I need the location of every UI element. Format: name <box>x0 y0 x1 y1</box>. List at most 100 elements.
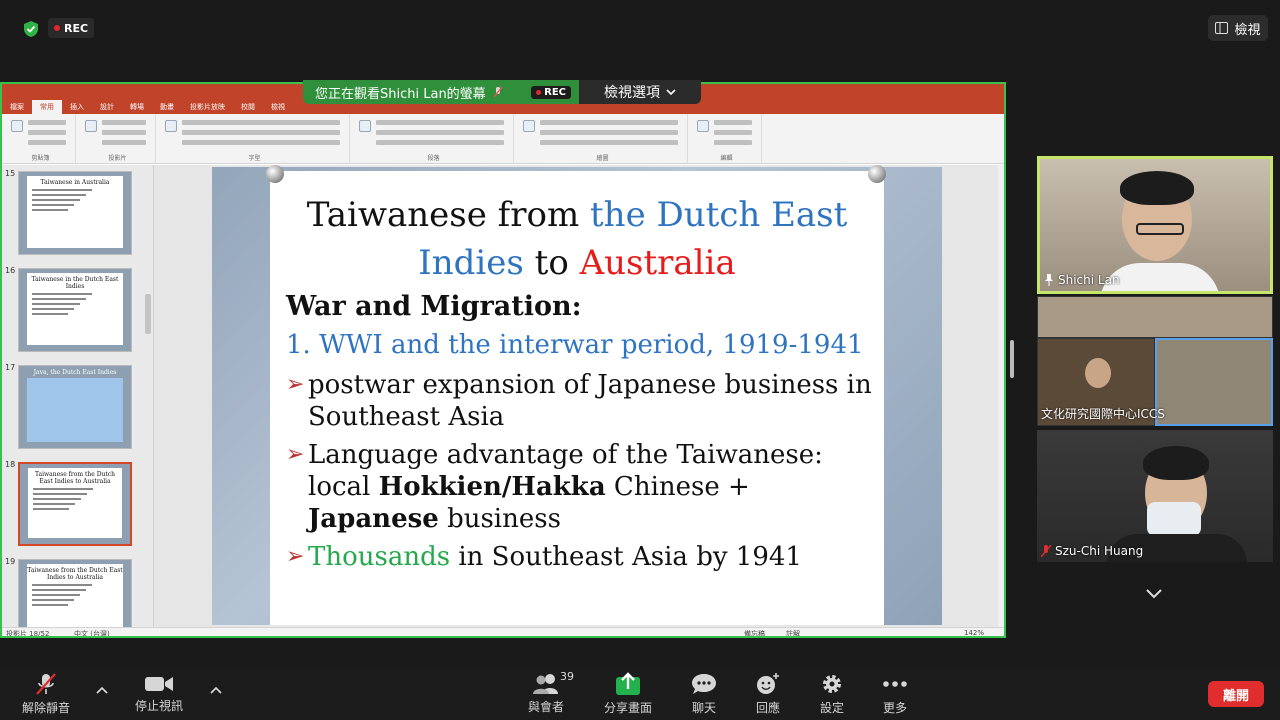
slide-numbered-item: 1. WWI and the interwar period, 1919-194… <box>286 330 864 360</box>
chevron-up-icon[interactable] <box>210 686 222 694</box>
video-tile-szu-chi-huang[interactable]: Szu-Chi Huang <box>1037 430 1273 562</box>
ribbon-control <box>714 140 752 145</box>
muted-mic-icon <box>493 86 503 98</box>
participants-count: 39 <box>560 670 574 683</box>
shared-screen: 檔案 常用 插入 設計 轉場 動畫 投影片放映 校閱 檢視 剪貼簿 投影片 字型 段落 繪圖 編輯 15 T… <box>0 82 1006 638</box>
ppt-tab: 設計 <box>100 103 114 111</box>
view-button-label: 檢視 <box>1234 22 1261 38</box>
ribbon-control <box>182 120 340 125</box>
ribbon-control <box>102 140 146 145</box>
thumbnail-text-line <box>33 508 69 510</box>
reactions-button[interactable]: 回應 <box>748 668 788 720</box>
more-button[interactable]: 更多 <box>874 668 916 720</box>
ribbon-control <box>28 140 66 145</box>
thumbnail-scrollbar <box>145 294 151 334</box>
chevron-down-icon[interactable] <box>1145 586 1163 600</box>
pin-icon <box>1045 274 1053 286</box>
recording-label: REC <box>63 21 89 35</box>
title-text-4: to <box>523 243 580 283</box>
video-tile-shichi-lan[interactable]: Shichi Lan <box>1037 156 1273 294</box>
view-options-button[interactable]: 檢視選項 <box>579 80 701 104</box>
ppt-tab: 轉場 <box>130 103 144 111</box>
participant-name-tag: Szu-Chi Huang <box>1041 544 1143 558</box>
title-text-3: Indies <box>418 243 524 283</box>
classroom-view <box>1155 338 1273 426</box>
slide-thumbnails-pane: 15 Taiwanese in Australia 16 Taiwanese in t… <box>2 165 154 627</box>
ribbon-group: 繪圖 <box>518 114 688 164</box>
slide-thumbnail: Taiwanese from the Dutch East Indies to … <box>18 462 132 546</box>
unmute-label: 解除靜音 <box>21 701 70 715</box>
ppt-tab: 檔案 <box>10 103 24 111</box>
thumbnail-text-line <box>32 298 86 300</box>
slide-pin-icon <box>868 165 886 183</box>
view-button[interactable]: 檢視 <box>1208 15 1268 41</box>
chat-label: 聊天 <box>691 701 716 715</box>
rec-dot-icon <box>536 89 542 95</box>
thumbnail-number: 19 <box>5 557 16 566</box>
thumbnail-paper: Taiwanese in the Dutch East Indies <box>27 273 123 345</box>
settings-label: 設定 <box>819 701 844 715</box>
thumbnail-title: Java, the Dutch East Indies <box>33 369 117 376</box>
view-options-label: 檢視選項 <box>604 85 660 101</box>
thumbnail-title: Taiwanese from the Dutch East Indies to … <box>27 567 123 581</box>
stop-video-button[interactable]: 停止視訊 <box>130 668 188 720</box>
bullet-2-part-c: Chinese + <box>605 472 750 502</box>
recording-indicator[interactable]: REC <box>48 18 94 38</box>
thumbnail-paper: Taiwanese from the Dutch East Indies to … <box>27 564 123 627</box>
slide-thumbnail: Taiwanese in Australia <box>18 171 132 255</box>
thumbnail-text-line <box>32 589 86 591</box>
ribbon-group-label: 剪貼簿 <box>31 155 50 162</box>
settings-button[interactable]: 設定 <box>812 668 852 720</box>
ppt-tab: 動畫 <box>160 103 174 111</box>
notes-button: 備忘稿 <box>744 630 765 638</box>
share-screen-label: 分享畫面 <box>603 701 652 715</box>
slide-body: War and Migration: 1. WWI and the interw… <box>286 289 886 573</box>
zoom-level: 142% <box>964 629 985 637</box>
more-dots-icon <box>883 681 907 687</box>
share-banner-text: 您正在觀看Shichi Lan的螢幕 <box>315 86 486 102</box>
ribbon-control <box>714 120 752 125</box>
reactions-label: 回應 <box>755 701 780 715</box>
ribbon-control <box>28 120 66 125</box>
ribbon-group: 編輯 <box>692 114 762 164</box>
security-shield-icon[interactable] <box>22 20 40 38</box>
ribbon-control <box>102 120 146 125</box>
share-screen-button[interactable]: 分享畫面 <box>600 668 656 720</box>
ppt-status-bar: 投影片 18/52 中文 (台灣) 備忘稿 註解 142% <box>2 627 1004 638</box>
ribbon-control <box>376 120 504 125</box>
thumbnail-title: Taiwanese in the Dutch East Indies <box>31 276 119 290</box>
emoji-reaction-icon <box>757 673 779 694</box>
participant-name: Shichi Lan <box>1058 273 1120 287</box>
thumbnail-title: Taiwanese from the Dutch East Indies to … <box>34 471 116 485</box>
bullet-3-part-b: in Southeast Asia by 1941 <box>450 542 802 572</box>
video-tile-iccs[interactable]: 文化研究國際中心ICCS <box>1037 296 1273 426</box>
bullet-2-part-d: Japanese <box>308 504 439 534</box>
unmute-button[interactable]: 解除靜音 <box>18 668 74 720</box>
thumbnail-text-line <box>32 209 68 211</box>
leave-meeting-button[interactable]: 離開 <box>1208 681 1264 707</box>
share-screen-icon <box>616 672 640 695</box>
ribbon-control <box>102 130 146 135</box>
ppt-ribbon: 剪貼簿 投影片 字型 段落 繪圖 編輯 <box>2 114 1004 164</box>
bullet-arrow-icon: ➢ <box>286 442 305 467</box>
participants-label: 與會者 <box>527 700 564 714</box>
chat-button[interactable]: 聊天 <box>684 668 724 720</box>
participant-name: Szu-Chi Huang <box>1055 544 1144 558</box>
panel-resize-handle[interactable] <box>1010 340 1014 378</box>
ribbon-control <box>182 130 340 135</box>
chevron-up-icon[interactable] <box>96 686 108 694</box>
thumbnail-text-line <box>32 584 92 586</box>
ribbon-group-label: 投影片 <box>108 155 127 162</box>
thumbnail-text-line <box>32 308 74 310</box>
slide-counter: 投影片 18/52 <box>6 630 50 638</box>
slide-scrollbar <box>998 165 1004 627</box>
thumbnail-text-line <box>32 189 92 191</box>
thumbnail-text-line <box>33 503 75 505</box>
chevron-down-icon <box>666 89 676 96</box>
thumbnail-text-line <box>32 599 74 601</box>
thumbnail-text-line <box>32 313 68 315</box>
participants-button[interactable]: 與會者 39 <box>522 668 574 720</box>
ribbon-group: 剪貼簿 <box>6 114 76 164</box>
bullet-2-part-b: Hokkien/Hakka <box>378 472 606 502</box>
bullet-3-part-a: Thousands <box>308 542 451 572</box>
